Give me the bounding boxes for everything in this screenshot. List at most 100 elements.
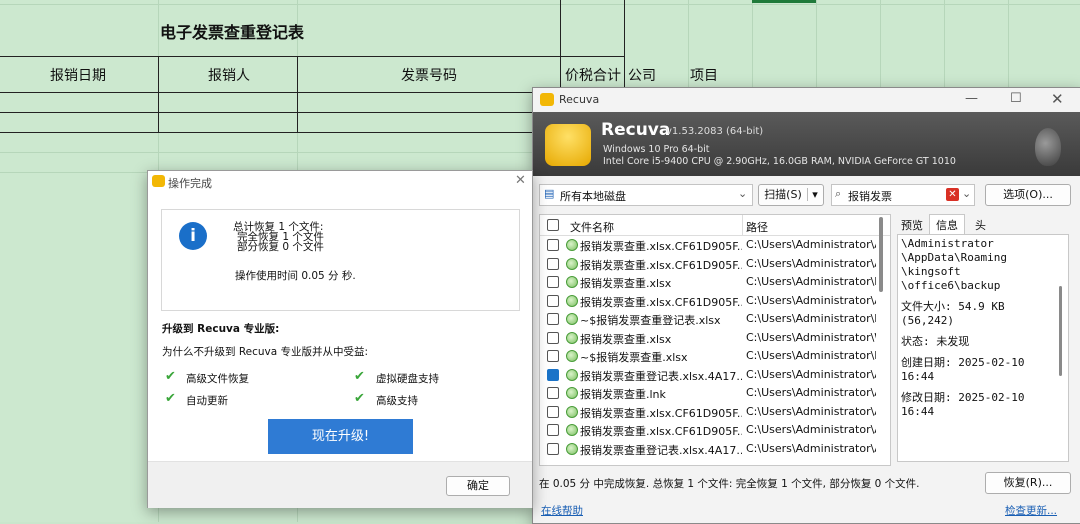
clear-search-icon[interactable]: ✕	[946, 188, 959, 201]
scan-button[interactable]: 扫描(S) ▾	[758, 184, 824, 206]
file-path: C:\Users\Administrator\A	[746, 404, 876, 418]
info-scrollbar[interactable]	[1059, 286, 1062, 376]
col-path[interactable]: 路径	[746, 219, 768, 235]
search-icon: ⌕	[835, 187, 842, 200]
file-row[interactable]: 报销发票查重.xlsx.CF61D905F... C:\Users\Adminis…	[540, 292, 890, 311]
upgrade-heading: 升级到 Recuva 专业版:	[162, 323, 280, 335]
file-row[interactable]: ~$报销发票查重登记表.xlsx C:\Users\Administrator\D	[540, 310, 890, 329]
file-checkbox[interactable]	[547, 368, 559, 381]
chevron-down-icon: ⌄	[738, 187, 748, 200]
recover-button[interactable]: 恢复(R)...	[985, 472, 1071, 494]
tab-preview[interactable]: 预览	[901, 217, 923, 233]
details-panel: 预览 信息 头 \Administrator \AppData\Roaming \k…	[897, 214, 1073, 464]
tab-info[interactable]: 信息	[929, 214, 965, 235]
info-line	[901, 293, 1065, 300]
maximize-icon[interactable]: ☐	[1010, 91, 1022, 106]
drive-select[interactable]: ▤ 所有本地磁盘 ⌄	[539, 184, 753, 206]
info-line: 状态: 未发现	[901, 335, 970, 348]
search-field[interactable]: ⌕ 报销发票 ✕ ⌄	[831, 184, 975, 206]
header-project: 项目	[690, 68, 718, 84]
status-dot-icon	[566, 405, 578, 418]
recuva-window: Recuva — ☐ ✕ Recuva v1.53.2083 (64-bit) …	[532, 87, 1080, 524]
info-line	[901, 349, 1065, 356]
tab-header[interactable]: 头	[975, 217, 986, 233]
status-dot-icon	[566, 276, 578, 288]
select-all-checkbox[interactable]	[547, 219, 559, 231]
file-checkbox[interactable]	[547, 405, 559, 418]
file-row[interactable]: 报销发票查重.xlsx.CF61D905F... C:\Users\Adminis…	[540, 403, 890, 422]
scan-dropdown-icon[interactable]: ▾	[807, 188, 818, 201]
close-icon[interactable]: ✕	[1051, 90, 1064, 108]
file-name: 报销发票查重登记表.xlsx.4A17...	[580, 369, 742, 383]
file-row[interactable]: ~$报销发票查重.xlsx C:\Users\Administrator\D	[540, 347, 890, 366]
file-path: C:\Users\Administrator\A	[746, 367, 876, 381]
scan-label: 扫描(S)	[764, 188, 802, 201]
file-checkbox[interactable]	[547, 257, 559, 270]
file-row[interactable]: 报销发票查重.xlsx C:\Users\Administrator\D	[540, 273, 890, 292]
info-line: 创建日期: 2025-02-10	[901, 356, 1025, 369]
dialog-footer: 确定	[148, 461, 532, 508]
col-filename[interactable]: 文件名称	[570, 219, 614, 235]
summary-partial: 部分恢复 0 个文件	[237, 241, 324, 253]
file-checkbox[interactable]	[547, 442, 559, 455]
summary-time: 操作使用时间 0.05 分 秒.	[235, 270, 356, 282]
info-line: (56,242)	[901, 314, 954, 327]
file-row[interactable]: 报销发票查重.xlsx.CF61D905F... C:\Users\Adminis…	[540, 236, 890, 255]
status-dot-icon	[566, 294, 578, 307]
file-path: C:\Users\Administrator\A	[746, 423, 876, 436]
options-button[interactable]: 选项(O)...	[985, 184, 1071, 206]
file-path: C:\Users\Administrator\A	[746, 293, 876, 307]
list-scrollbar[interactable]	[879, 217, 883, 292]
app-banner: Recuva v1.53.2083 (64-bit) Windows 10 Pr…	[533, 112, 1080, 176]
file-checkbox[interactable]	[547, 239, 559, 251]
file-path: C:\Users\Administrator\D	[746, 275, 876, 288]
file-row[interactable]: 报销发票查重登记表.xlsx.4A17... C:\Users\Administr…	[540, 366, 890, 385]
file-row[interactable]: 报销发票查重.xlsx C:\Users\Administrator\W	[540, 329, 890, 348]
file-name: 报销发票查重登记表.xlsx.4A17...	[580, 443, 742, 457]
feature-virtual-disk: 虚拟硬盘支持	[376, 373, 439, 385]
header-invoice-no: 发票号码	[401, 68, 457, 84]
upgrade-now-button[interactable]: 现在升级!	[268, 419, 413, 454]
file-checkbox[interactable]	[547, 276, 559, 288]
online-help-link[interactable]: 在线帮助	[541, 503, 583, 518]
file-path: C:\Users\Administrator\A	[746, 386, 876, 399]
search-chevron-icon[interactable]: ⌄	[962, 187, 971, 200]
dialog-close-icon[interactable]: ✕	[515, 173, 526, 188]
os-info: Windows 10 Pro 64-bit	[603, 144, 710, 155]
file-path: C:\Users\Administrator\W	[746, 330, 876, 344]
file-row[interactable]: 报销发票查重.lnk C:\Users\Administrator\A	[540, 384, 890, 403]
status-dot-icon	[566, 331, 578, 344]
status-dot-icon	[566, 239, 578, 251]
dialog-title: 操作完成	[168, 177, 212, 190]
header-company: 公司	[628, 68, 656, 84]
hardware-info: Intel Core i5-9400 CPU @ 2.90GHz, 16.0GB…	[603, 156, 956, 167]
file-checkbox[interactable]	[547, 294, 559, 307]
summary-box: i 总计恢复 1 个文件: 完全恢复 1 个文件 部分恢复 0 个文件 操作使用…	[161, 209, 520, 311]
file-name: 报销发票查重.lnk	[580, 388, 666, 401]
feature-advanced-recovery: 高级文件恢复	[186, 373, 249, 385]
minimize-icon[interactable]: —	[965, 91, 978, 106]
search-value: 报销发票	[848, 190, 892, 203]
file-path: C:\Users\Administrator\D	[746, 349, 876, 362]
status-dot-icon	[566, 387, 578, 399]
info-text: \Administrator \AppData\Roaming \kingsoft \…	[897, 234, 1069, 462]
file-row[interactable]: 报销发票查重.xlsx.CF61D905F... C:\Users\Adminis…	[540, 255, 890, 274]
file-checkbox[interactable]	[547, 350, 559, 362]
file-row[interactable]: 报销发票查重登记表.xlsx.4A17... C:\Users\Administr…	[540, 440, 890, 459]
file-checkbox[interactable]	[547, 331, 559, 344]
window-title: Recuva	[559, 93, 600, 106]
file-checkbox[interactable]	[547, 313, 559, 325]
check-updates-link[interactable]: 检查更新...	[1005, 503, 1057, 518]
file-checkbox[interactable]	[547, 387, 559, 399]
file-row[interactable]: 报销发票查重.xlsx.CF61D905F... C:\Users\Adminis…	[540, 421, 890, 440]
status-dot-icon	[566, 313, 578, 325]
ok-button[interactable]: 确定	[446, 476, 510, 496]
status-dot-icon	[566, 350, 578, 362]
feature-auto-update: 自动更新	[186, 395, 228, 407]
file-list: 文件名称 路径 报销发票查重.xlsx.CF61D905F... C:\Users…	[539, 214, 891, 466]
file-name: 报销发票查重.xlsx.CF61D905F...	[580, 258, 742, 272]
status-dot-icon	[566, 442, 578, 455]
check-icon: ✔	[354, 391, 365, 406]
header-date: 报销日期	[50, 68, 106, 84]
file-checkbox[interactable]	[547, 424, 559, 436]
